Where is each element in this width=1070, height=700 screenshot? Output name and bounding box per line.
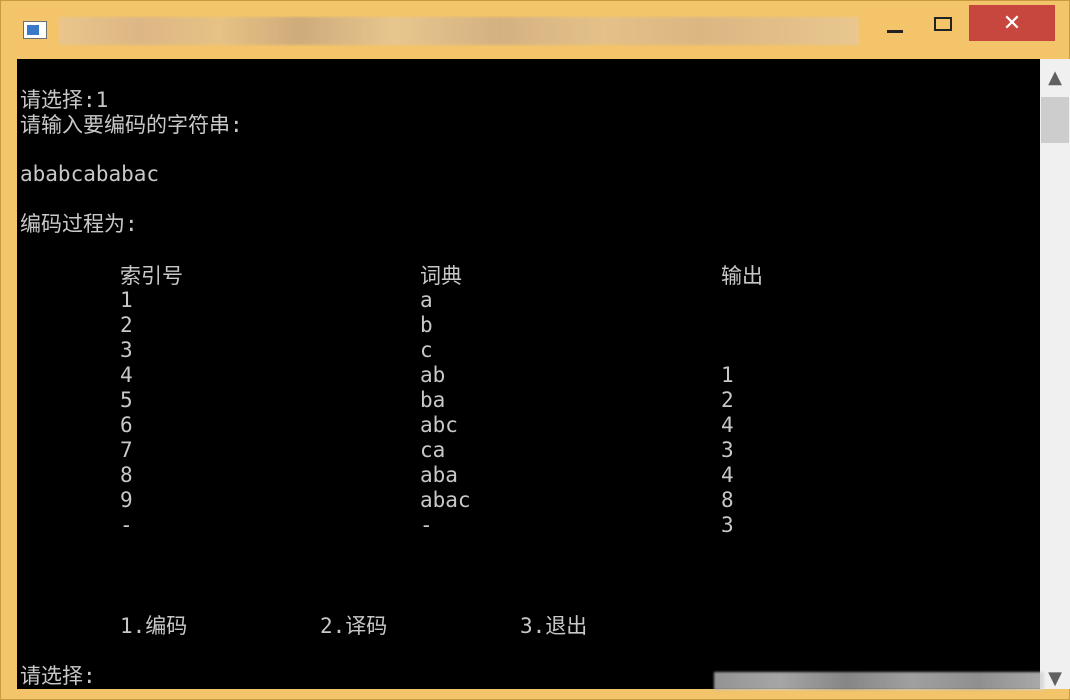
table-row-index: 3 <box>120 338 133 362</box>
menu-item-exit: 3.退出 <box>520 614 588 638</box>
table-row-output: 2 <box>721 388 734 412</box>
blurred-watermark <box>714 672 1044 690</box>
window-title <box>59 17 859 45</box>
table-row-index: 5 <box>120 388 133 412</box>
table-row-output: 4 <box>721 463 734 487</box>
table-row-index: 7 <box>120 438 133 462</box>
table-row-index: 2 <box>120 313 133 337</box>
table-row-index: 1 <box>120 288 133 312</box>
table-row-output: 8 <box>721 488 734 512</box>
table-row-index: 6 <box>120 413 133 437</box>
table-row-dictionary: b <box>420 313 433 337</box>
column-header-index: 索引号 <box>120 264 183 288</box>
console-window: ✕ 请选择:1 请输入要编码的字符串: ababcababac 编码过程为: 索… <box>0 0 1070 700</box>
vertical-scrollbar[interactable]: ▲ ▼ <box>1040 59 1070 689</box>
column-header-dictionary: 词典 <box>420 264 462 288</box>
table-row-index: 8 <box>120 463 133 487</box>
process-label: 编码过程为: <box>20 212 138 236</box>
prompt-line-current: 请选择: <box>20 664 96 688</box>
input-string: ababcababac <box>20 162 160 186</box>
table-row-dictionary: c <box>420 338 433 362</box>
prompt-line: 请选择:1 <box>20 88 109 112</box>
table-row-dictionary: abc <box>420 413 458 437</box>
table-row-dictionary: aba <box>420 463 458 487</box>
title-bar[interactable]: ✕ <box>1 1 1070 59</box>
table-row-dictionary: ca <box>420 438 446 462</box>
scroll-thumb[interactable] <box>1041 97 1069 143</box>
table-row-output: 1 <box>721 363 734 387</box>
close-button[interactable]: ✕ <box>969 5 1055 41</box>
table-row-dictionary: - <box>420 513 433 537</box>
table-row-output: 3 <box>721 438 734 462</box>
minimize-button[interactable] <box>875 5 915 43</box>
chevron-down-icon[interactable]: ▼ <box>1040 653 1070 689</box>
console-output[interactable]: 请选择:1 请输入要编码的字符串: ababcababac 编码过程为: 索引号… <box>17 59 1070 689</box>
table-row-index: 9 <box>120 488 133 512</box>
table-row-index: 4 <box>120 363 133 387</box>
console-app-icon[interactable] <box>23 21 47 39</box>
table-row-dictionary: a <box>420 288 433 312</box>
table-row-output: 3 <box>721 513 734 537</box>
menu-item-encode: 1.编码 <box>120 614 188 638</box>
input-prompt: 请输入要编码的字符串: <box>20 113 243 137</box>
column-header-output: 输出 <box>721 264 763 288</box>
table-row-dictionary: abac <box>420 488 471 512</box>
table-row-output: 4 <box>721 413 734 437</box>
menu-item-decode: 2.译码 <box>320 614 388 638</box>
close-icon: ✕ <box>1002 10 1022 36</box>
table-row-index: - <box>120 513 133 537</box>
table-row-dictionary: ba <box>420 388 446 412</box>
maximize-button[interactable] <box>921 5 965 43</box>
chevron-up-icon[interactable]: ▲ <box>1040 59 1070 95</box>
table-row-dictionary: ab <box>420 363 446 387</box>
